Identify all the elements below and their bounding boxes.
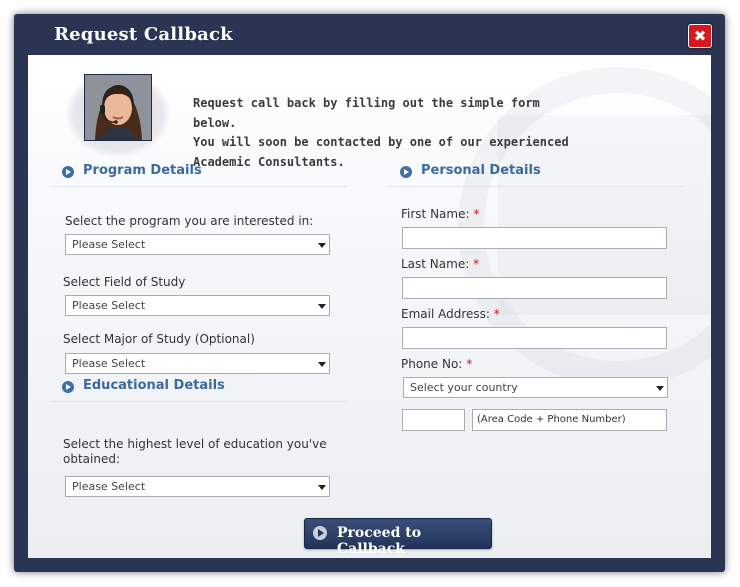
major-of-study-value: Please Select <box>72 357 146 370</box>
consultant-avatar <box>84 74 152 141</box>
country-code-input[interactable] <box>402 409 465 431</box>
first-name-label: First Name: * <box>401 207 479 221</box>
proceed-to-callback-button[interactable]: Proceed to Callback <box>304 518 492 557</box>
section-label: Personal Details <box>421 163 541 178</box>
dropdown-arrow-icon <box>656 386 664 391</box>
intro-line-1: Request call back by filling out the sim… <box>193 96 540 130</box>
dropdown-arrow-icon <box>318 362 326 367</box>
last-name-label: Last Name: * <box>401 257 479 271</box>
field-of-study-select[interactable]: Please Select <box>65 295 330 316</box>
education-label-line-2: obtained: <box>63 452 120 466</box>
request-callback-dialog: Request Callback ✖ Request call back by … <box>14 14 725 572</box>
close-icon: ✖ <box>693 27 707 45</box>
major-of-study-select[interactable]: Please Select <box>65 353 330 374</box>
country-select-value: Select your country <box>410 381 518 394</box>
education-level-label: Select the highest level of education yo… <box>63 437 327 467</box>
program-label: Select the program you are interested in… <box>65 214 314 228</box>
dropdown-arrow-icon <box>318 485 326 490</box>
phone-label-text: Phone No: <box>401 357 463 371</box>
country-select[interactable]: Select your country <box>403 377 668 398</box>
program-details-heading: Program Details <box>50 160 347 187</box>
field-of-study-label: Select Field of Study <box>63 275 186 289</box>
program-select-value: Please Select <box>72 238 146 251</box>
personal-details-heading: Personal Details <box>388 160 685 187</box>
chevron-circle-icon <box>62 381 74 393</box>
email-label: Email Address: * <box>401 307 500 321</box>
first-name-input[interactable] <box>402 227 667 249</box>
first-name-label-text: First Name: <box>401 207 470 221</box>
major-of-study-label: Select Major of Study (Optional) <box>63 332 255 346</box>
section-label: Educational Details <box>83 378 225 393</box>
program-select[interactable]: Please Select <box>65 234 330 255</box>
education-level-value: Please Select <box>72 480 146 493</box>
proceed-label: Proceed to Callback <box>337 525 422 557</box>
chevron-circle-icon <box>400 166 412 178</box>
email-label-text: Email Address: <box>401 307 490 321</box>
dropdown-arrow-icon <box>318 304 326 309</box>
phone-label: Phone No: * <box>401 357 472 371</box>
educational-details-heading: Educational Details <box>50 375 347 402</box>
required-marker: * <box>466 357 473 371</box>
consultant-headset-photo <box>85 75 151 140</box>
required-marker: * <box>473 257 480 271</box>
phone-number-input[interactable]: (Area Code + Phone Number) <box>472 409 667 431</box>
required-marker: * <box>493 307 500 321</box>
dialog-title: Request Callback <box>54 24 233 45</box>
education-level-select[interactable]: Please Select <box>65 476 330 497</box>
last-name-input[interactable] <box>402 277 667 299</box>
education-label-line-1: Select the highest level of education yo… <box>63 437 327 451</box>
email-input[interactable] <box>402 327 667 349</box>
field-of-study-value: Please Select <box>72 299 146 312</box>
intro-line-2: You will soon be contacted by one of our… <box>193 135 569 149</box>
section-label: Program Details <box>83 163 202 178</box>
dialog-content: Request call back by filling out the sim… <box>28 55 711 558</box>
arrow-circle-icon <box>313 526 327 540</box>
last-name-label-text: Last Name: <box>401 257 470 271</box>
required-marker: * <box>473 207 480 221</box>
dropdown-arrow-icon <box>318 243 326 248</box>
chevron-circle-icon <box>62 166 74 178</box>
close-button[interactable]: ✖ <box>688 24 712 48</box>
